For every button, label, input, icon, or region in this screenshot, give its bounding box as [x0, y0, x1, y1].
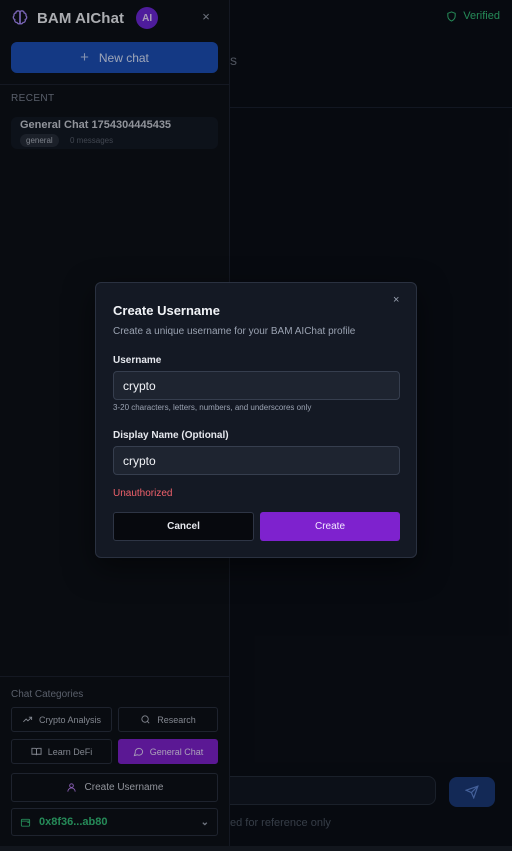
username-label: Username — [113, 355, 162, 366]
username-input[interactable] — [113, 371, 400, 400]
dialog-title: Create Username — [113, 303, 220, 318]
username-hint: 3-20 characters, letters, numbers, and u… — [113, 403, 312, 412]
display-name-label: Display Name (Optional) — [113, 430, 229, 441]
error-message: Unauthorized — [113, 488, 173, 499]
dialog-description: Create a unique username for your BAM AI… — [113, 326, 356, 337]
create-username-dialog: Create Username × Create a unique userna… — [95, 282, 417, 558]
display-name-input[interactable] — [113, 446, 400, 475]
close-dialog-button[interactable]: × — [393, 294, 399, 306]
cancel-button[interactable]: Cancel — [113, 512, 254, 541]
create-button[interactable]: Create — [260, 512, 400, 541]
